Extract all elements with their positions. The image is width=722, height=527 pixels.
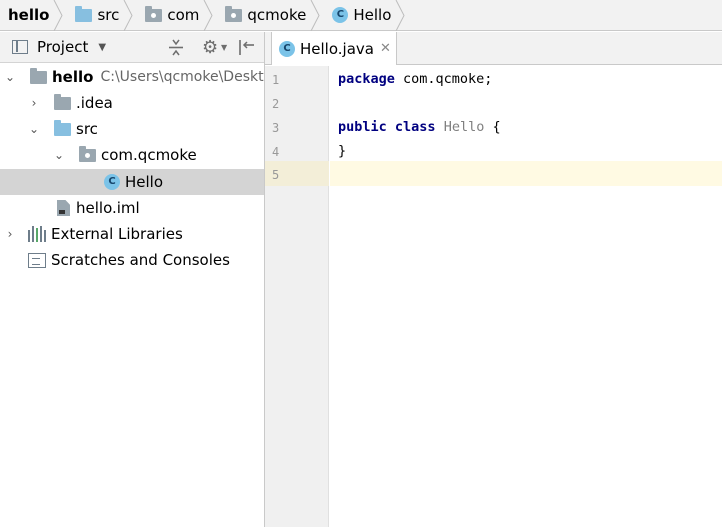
breadcrumb-separator-icon <box>123 0 133 31</box>
line-number: 5 <box>272 168 280 182</box>
line-number: 1 <box>272 73 280 87</box>
folder-icon <box>54 93 71 110</box>
breadcrumb-src[interactable]: src <box>67 0 137 31</box>
line-number: 2 <box>272 97 280 111</box>
breadcrumb-separator-icon <box>203 0 213 31</box>
code-line-4[interactable]: } <box>338 143 346 159</box>
folder-icon <box>75 5 93 22</box>
project-panel-header: Project ▼ ⚙ ▼ <box>0 32 264 88</box>
project-pane-icon <box>12 40 28 54</box>
gear-dropdown-icon[interactable]: ▼ <box>221 43 227 52</box>
code-line-3[interactable]: public class Hello { <box>338 119 501 135</box>
tab-hello-java[interactable]: C Hello.java ✕ <box>271 32 397 65</box>
class-icon: C <box>104 174 120 190</box>
chevron-down-icon[interactable]: ⌄ <box>4 70 16 84</box>
breadcrumb: hello src com qcmoke C Hello <box>0 0 722 31</box>
class-icon: C <box>279 40 295 57</box>
project-tree: ⌄ hello C:\Users\qcmoke\Deskt › .idea ⌄ … <box>0 64 264 527</box>
chevron-down-icon[interactable]: ⌄ <box>28 122 40 136</box>
editor-gutter <box>265 66 329 527</box>
libraries-icon <box>28 226 46 242</box>
breadcrumb-separator-icon <box>54 0 64 31</box>
project-view-selector[interactable]: Project <box>37 38 88 56</box>
breadcrumb-separator-icon <box>310 0 320 31</box>
editor-tab-bar: C Hello.java ✕ <box>265 32 722 65</box>
source-folder-icon <box>54 119 71 136</box>
chevron-down-icon[interactable]: ⌄ <box>53 148 65 162</box>
current-line-highlight <box>330 161 722 186</box>
breadcrumb-com[interactable]: com <box>137 0 217 31</box>
scratches-icon <box>28 252 46 268</box>
tree-item-src[interactable]: ⌄ src <box>0 116 264 142</box>
module-file-icon <box>57 200 70 216</box>
code-line-1[interactable]: package com.qcmoke; <box>338 71 492 87</box>
breadcrumb-separator-icon <box>395 0 405 31</box>
tree-item-idea[interactable]: › .idea <box>0 90 264 116</box>
tree-item-hello[interactable]: ⌄ hello C:\Users\qcmoke\Deskt <box>0 64 264 90</box>
line-number: 3 <box>272 121 280 135</box>
breadcrumb-qcmoke[interactable]: qcmoke <box>217 0 324 31</box>
tree-item-scratches[interactable]: Scratches and Consoles <box>0 247 264 273</box>
package-icon <box>145 5 163 22</box>
tree-item-hello-iml[interactable]: hello.iml <box>0 195 264 221</box>
hide-icon[interactable] <box>238 39 256 56</box>
class-icon: C <box>332 7 349 23</box>
breadcrumb-hello-class[interactable]: C Hello <box>324 0 409 31</box>
tree-item-com-qcmoke[interactable]: ⌄ com.qcmoke <box>0 142 264 168</box>
close-icon[interactable]: ✕ <box>380 41 391 56</box>
collapse-icon[interactable] <box>168 39 184 56</box>
chevron-down-icon[interactable]: ▼ <box>98 42 106 53</box>
gear-icon[interactable]: ⚙ <box>202 37 218 58</box>
breadcrumb-hello[interactable]: hello <box>0 0 67 31</box>
tree-item-hello-class[interactable]: C Hello <box>0 169 264 195</box>
chevron-right-icon[interactable]: › <box>28 96 40 110</box>
code-editor[interactable] <box>330 66 722 527</box>
tree-item-external-libraries[interactable]: › External Libraries <box>0 221 264 247</box>
chevron-right-icon[interactable]: › <box>4 227 16 241</box>
package-icon <box>79 145 96 162</box>
module-folder-icon <box>30 67 47 84</box>
package-icon <box>225 5 243 22</box>
line-number: 4 <box>272 145 280 159</box>
